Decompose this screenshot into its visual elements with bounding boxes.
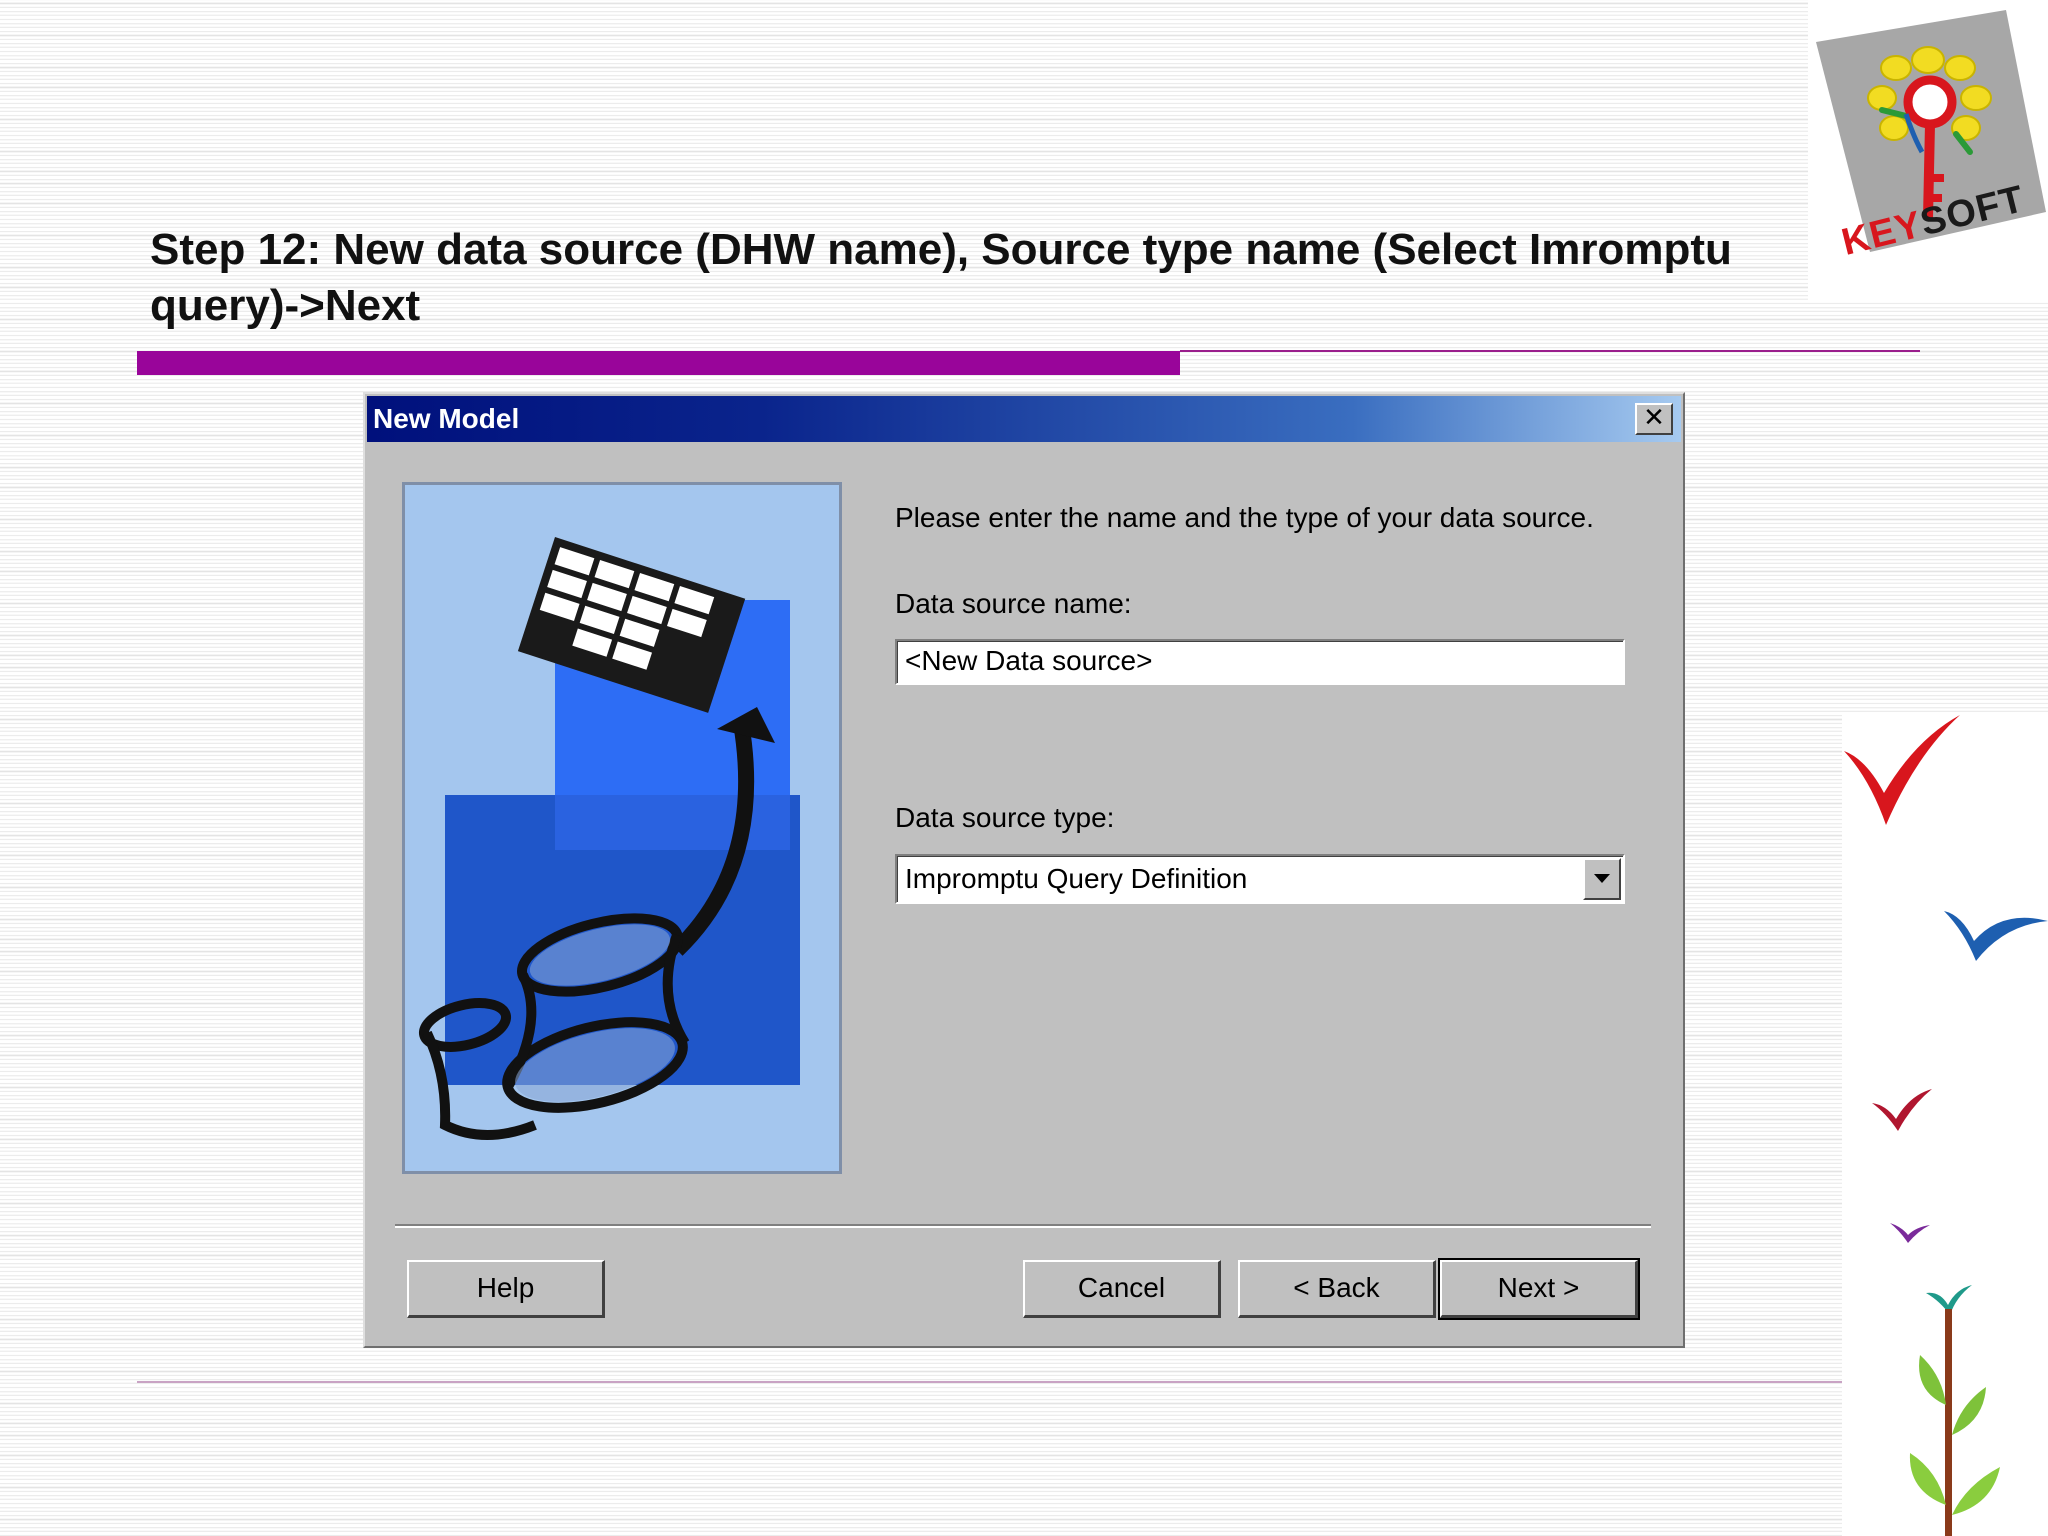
data-source-type-value: Impromptu Query Definition <box>905 863 1248 894</box>
intro-text: Please enter the name and the type of yo… <box>895 502 1594 533</box>
page-title: Step 12: New data source (DHW name), Sou… <box>150 225 1732 330</box>
dropdown-button[interactable] <box>1583 858 1621 900</box>
next-button[interactable]: Next > <box>1438 1258 1640 1320</box>
side-decoration <box>1842 715 2048 1536</box>
back-button[interactable]: < Back <box>1238 1260 1436 1318</box>
plant-decoration <box>1909 1285 2000 1536</box>
help-button[interactable]: Help <box>407 1260 605 1318</box>
dialog-titlebar[interactable]: New Model ✕ <box>367 396 1681 442</box>
data-source-type-label: Data source type: <box>895 802 1115 833</box>
dialog-title: New Model <box>373 403 520 434</box>
new-model-dialog: New Model ✕ Please enter the name and th… <box>363 392 1685 1348</box>
checkmark-decoration <box>1872 1089 1932 1131</box>
data-source-name-input[interactable]: <New Data source> <box>895 639 1625 685</box>
cancel-button[interactable]: Cancel <box>1023 1260 1221 1318</box>
close-icon: ✕ <box>1643 403 1665 433</box>
wizard-illustration <box>402 482 842 1174</box>
checkmark-decoration <box>1890 1223 1930 1243</box>
title-underline-accent <box>137 351 1180 375</box>
data-transfer-illustration <box>418 537 800 1140</box>
close-button[interactable]: ✕ <box>1635 403 1673 435</box>
footer-divider <box>137 1381 1842 1383</box>
checkmark-decoration <box>1944 911 2048 961</box>
button-separator <box>395 1224 1651 1228</box>
chevron-down-icon <box>1594 874 1610 883</box>
title-underline-rule <box>1180 350 1920 352</box>
data-source-name-label: Data source name: <box>895 588 1132 619</box>
data-source-type-select[interactable]: Impromptu Query Definition <box>895 854 1625 904</box>
checkmark-decoration <box>1844 715 1960 825</box>
keysoft-logo: KEYSOFT <box>1808 0 2048 300</box>
